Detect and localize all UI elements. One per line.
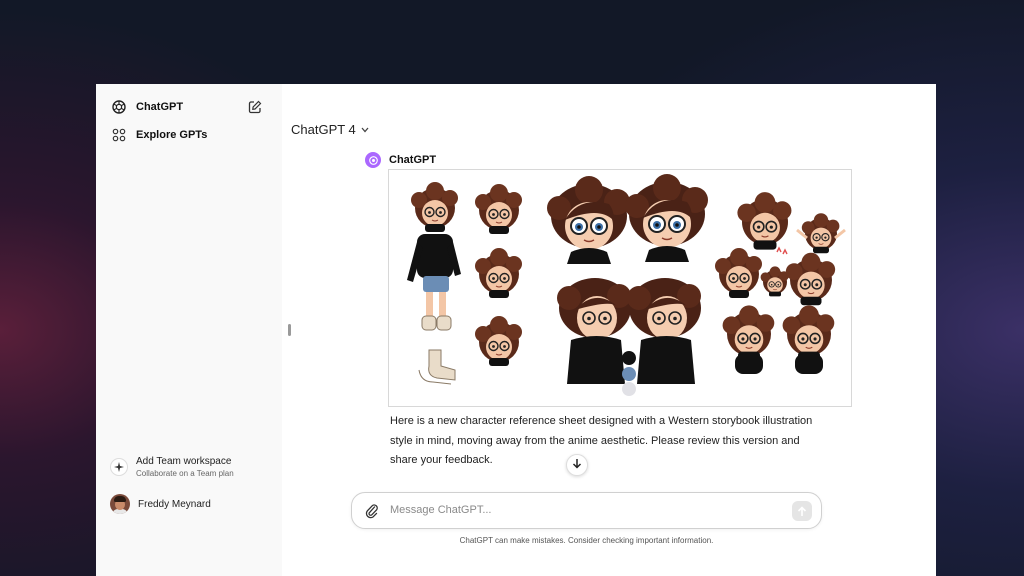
message-header: ChatGPT <box>365 152 436 168</box>
user-name: Freddy Meynard <box>138 498 211 510</box>
paperclip-icon[interactable] <box>364 503 380 519</box>
add-team-workspace-button[interactable]: Add Team workspace Collaborate on a Team… <box>110 456 234 478</box>
chat-main: ChatGPT 4 ChatGPT Here is a new characte… <box>282 84 936 576</box>
panel-full-body <box>407 181 523 385</box>
team-title: Add Team workspace <box>136 456 232 467</box>
send-button[interactable] <box>792 501 812 521</box>
sidebar-item-label: Explore GPTs <box>136 129 208 141</box>
message-composer <box>351 492 822 529</box>
sidebar-item-explore-gpts[interactable]: Explore GPTs <box>110 126 207 144</box>
arrow-down-icon <box>572 458 582 472</box>
disclaimer: ChatGPT can make mistakes. Consider chec… <box>459 536 714 545</box>
model-selector[interactable]: ChatGPT 4 <box>291 122 369 137</box>
openai-logo-icon <box>110 98 128 116</box>
chevron-down-icon <box>361 125 369 135</box>
team-subtitle: Collaborate on a Team plan <box>136 469 234 478</box>
team-text: Add Team workspace Collaborate on a Team… <box>136 456 234 478</box>
new-chat-icon[interactable] <box>248 100 262 114</box>
app-title: ChatGPT <box>136 101 184 113</box>
panel-expressions <box>546 173 709 396</box>
generated-image[interactable] <box>388 169 852 407</box>
user-profile-button[interactable]: Freddy Meynard <box>110 494 211 514</box>
message-text: Here is a new character reference sheet … <box>390 415 813 466</box>
avatar <box>110 494 130 514</box>
model-label: ChatGPT 4 <box>291 122 356 137</box>
chatgpt-window: ChatGPT Explore GPTs Add Team workspace … <box>96 84 936 576</box>
sparkle-icon <box>110 458 128 476</box>
message-author: ChatGPT <box>389 154 437 166</box>
sidebar: ChatGPT Explore GPTs Add Team workspace … <box>96 84 282 576</box>
message-input[interactable] <box>390 504 770 516</box>
openai-logo-icon <box>365 152 381 168</box>
sidebar-item-chatgpt[interactable]: ChatGPT <box>110 98 183 116</box>
character-sheet-illustration <box>407 173 846 396</box>
explore-grid-icon <box>110 126 128 144</box>
panel-stickers <box>714 191 846 374</box>
arrow-up-icon <box>797 505 807 516</box>
scroll-down-button[interactable] <box>566 454 588 476</box>
